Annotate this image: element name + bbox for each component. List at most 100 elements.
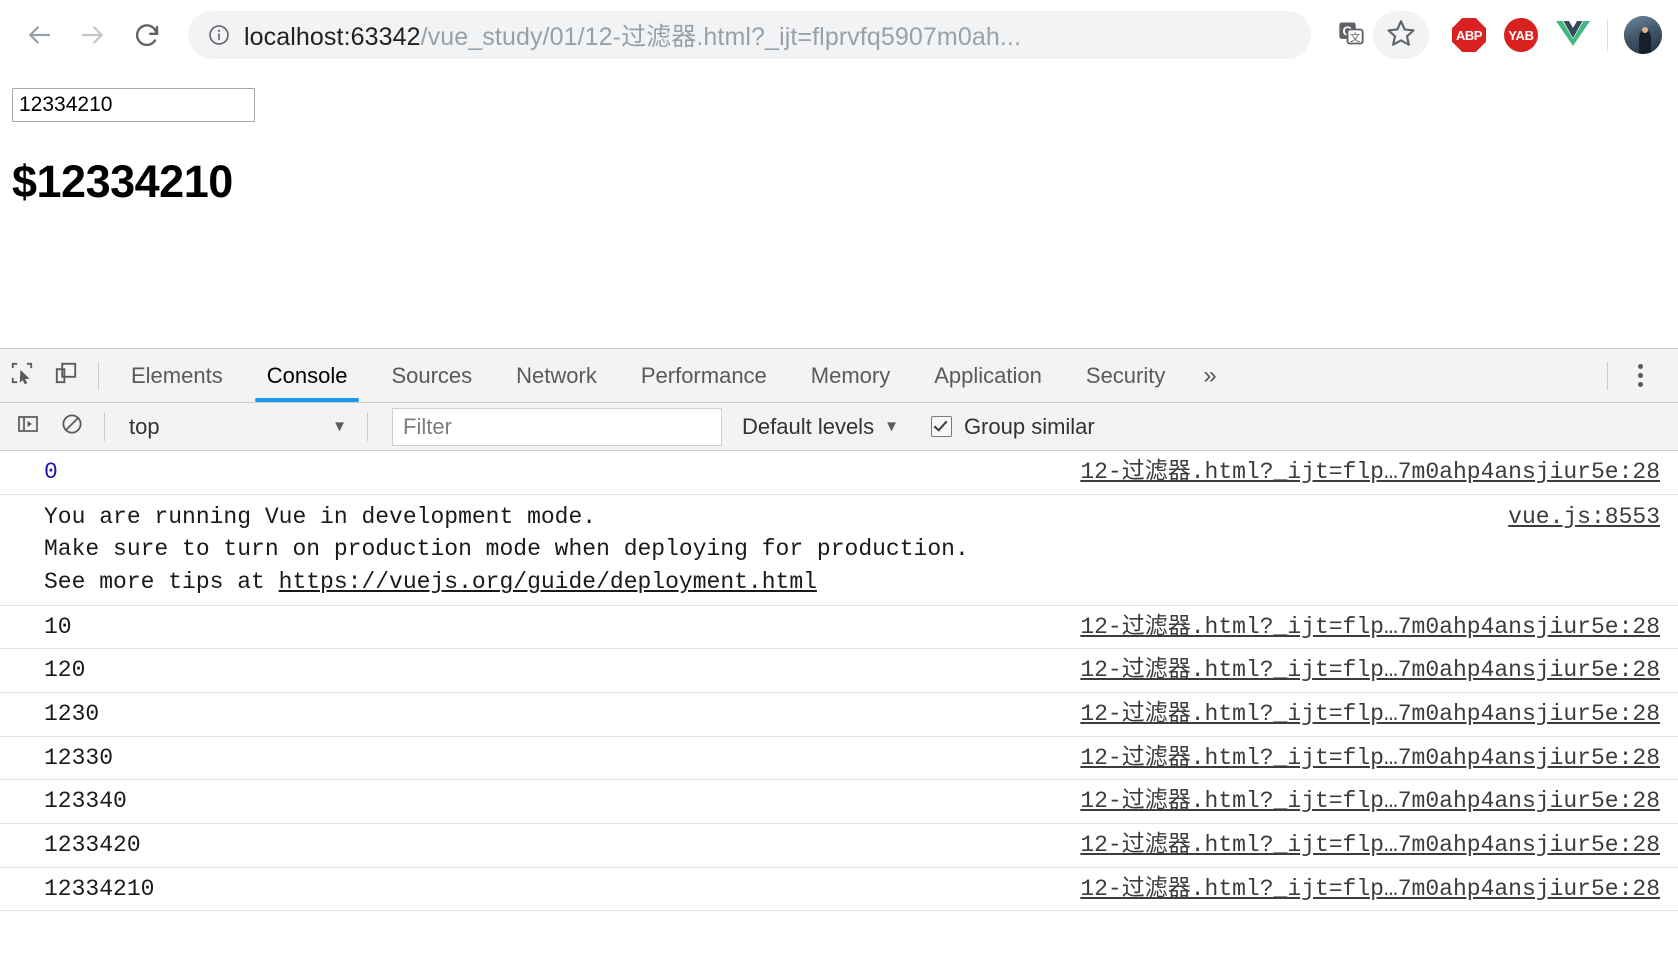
more-tabs-button[interactable]: » bbox=[1187, 362, 1232, 390]
translate-icon: G 文 bbox=[1337, 19, 1365, 52]
group-similar-label: Group similar bbox=[963, 413, 1095, 439]
chevron-down-icon: ▼ bbox=[332, 418, 347, 435]
devtools-panel: Elements Console Sources Network Perform… bbox=[0, 348, 1678, 957]
back-button[interactable] bbox=[16, 12, 62, 58]
formatted-money-heading: $12334210 bbox=[12, 156, 233, 207]
tab-application[interactable]: Application bbox=[912, 350, 1064, 402]
console-row-3[interactable]: 120 12-过滤器.html?_ijt=flp…7m0ahp4ansjiur5… bbox=[0, 649, 1678, 693]
console-message-text: 0 bbox=[44, 459, 58, 485]
console-source-link[interactable]: 12-过滤器.html?_ijt=flp…7m0ahp4ansjiur5e:28 bbox=[1080, 873, 1660, 906]
extensions-area: ABP YAB bbox=[1451, 17, 1591, 53]
money-input[interactable] bbox=[12, 88, 255, 122]
adblock-plus-icon: ABP bbox=[1452, 18, 1486, 52]
group-similar-checkbox[interactable] bbox=[930, 416, 952, 437]
console-source-link-vue[interactable]: vue.js:8553 bbox=[1508, 501, 1660, 534]
console-source-link[interactable]: 12-过滤器.html?_ijt=flp…7m0ahp4ansjiur5e:28 bbox=[1080, 456, 1660, 489]
tab-sources[interactable]: Sources bbox=[369, 350, 494, 402]
kebab-dot-3 bbox=[1637, 382, 1643, 387]
profile-avatar[interactable] bbox=[1624, 16, 1662, 54]
tab-network[interactable]: Network bbox=[494, 350, 619, 402]
reload-button[interactable] bbox=[124, 12, 170, 58]
inspect-element-button[interactable] bbox=[0, 354, 44, 398]
info-circle-icon[interactable] bbox=[206, 22, 232, 48]
adblock-plus-extension[interactable]: ABP bbox=[1451, 17, 1487, 53]
console-source-link[interactable]: 12-过滤器.html?_ijt=flp…7m0ahp4ansjiur5e:28 bbox=[1080, 829, 1660, 862]
console-toolbar-divider bbox=[104, 412, 105, 441]
log-levels-label: Default levels bbox=[742, 413, 875, 439]
vue-dev-line-2: Make sure to turn on production mode whe… bbox=[44, 536, 969, 563]
console-source-link[interactable]: 12-过滤器.html?_ijt=flp…7m0ahp4ansjiur5e:28 bbox=[1080, 785, 1660, 818]
vue-deployment-link[interactable]: https://vuejs.org/guide/deployment.html bbox=[279, 569, 817, 595]
devtools-tabbar-divider-right bbox=[1607, 361, 1608, 390]
console-message-text: 123340 bbox=[44, 788, 127, 815]
arrow-right-icon bbox=[78, 20, 108, 50]
vue-dev-line-1: You are running Vue in development mode. bbox=[44, 503, 597, 530]
devtools-tabbar: Elements Console Sources Network Perform… bbox=[0, 349, 1678, 403]
kebab-dot-2 bbox=[1637, 373, 1643, 378]
console-source-link[interactable]: 12-过滤器.html?_ijt=flp…7m0ahp4ansjiur5e:28 bbox=[1080, 654, 1660, 687]
address-bar-url: localhost:63342/vue_study/01/12-过滤器.html… bbox=[244, 17, 1295, 53]
star-icon bbox=[1386, 18, 1416, 53]
tab-console[interactable]: Console bbox=[245, 350, 370, 402]
console-message-text: 1233420 bbox=[44, 831, 141, 858]
console-row-5[interactable]: 12330 12-过滤器.html?_ijt=flp…7m0ahp4ansjiu… bbox=[0, 737, 1678, 781]
console-message-text: 120 bbox=[44, 657, 86, 684]
tab-performance[interactable]: Performance bbox=[619, 350, 789, 402]
toolbar-divider bbox=[1607, 19, 1608, 51]
console-source-link[interactable]: 12-过滤器.html?_ijt=flp…7m0ahp4ansjiur5e:28 bbox=[1080, 611, 1660, 644]
console-message-text: 12330 bbox=[44, 744, 114, 771]
tab-elements[interactable]: Elements bbox=[109, 350, 245, 402]
url-host: localhost:63342 bbox=[244, 23, 421, 51]
console-sidebar-button[interactable] bbox=[6, 405, 50, 449]
console-row-7[interactable]: 1233420 12-过滤器.html?_ijt=flp…7m0ahp4ansj… bbox=[0, 824, 1678, 868]
console-message-list[interactable]: 0 12-过滤器.html?_ijt=flp…7m0ahp4ansjiur5e:… bbox=[0, 451, 1678, 957]
chevron-down-icon-levels: ▼ bbox=[884, 418, 899, 435]
avatar-figure bbox=[1639, 30, 1651, 54]
console-message-text: 1230 bbox=[44, 700, 100, 727]
clear-console-icon bbox=[60, 412, 84, 441]
console-row-2[interactable]: 10 12-过滤器.html?_ijt=flp…7m0ahp4ansjiur5e… bbox=[0, 606, 1678, 650]
tab-security[interactable]: Security bbox=[1064, 350, 1187, 402]
inspect-element-icon bbox=[9, 360, 35, 391]
console-message-block: You are running Vue in development mode.… bbox=[44, 501, 1484, 599]
more-options-icon[interactable] bbox=[1618, 354, 1662, 398]
page-content: $12334210 bbox=[0, 70, 1678, 348]
bookmark-button[interactable] bbox=[1373, 11, 1429, 59]
yandex-adblock-extension[interactable]: YAB bbox=[1503, 17, 1539, 53]
console-source-link[interactable]: 12-过滤器.html?_ijt=flp…7m0ahp4ansjiur5e:28 bbox=[1080, 742, 1660, 775]
console-row-4[interactable]: 1230 12-过滤器.html?_ijt=flp…7m0ahp4ansjiur… bbox=[0, 693, 1678, 737]
translate-button[interactable]: G 文 bbox=[1329, 13, 1373, 57]
console-row-8[interactable]: 12334210 12-过滤器.html?_ijt=flp…7m0ahp4ans… bbox=[0, 868, 1678, 912]
vue-devtools-extension[interactable] bbox=[1555, 17, 1591, 53]
browser-toolbar: localhost:63342/vue_study/01/12-过滤器.html… bbox=[0, 0, 1678, 70]
log-levels-select[interactable]: Default levels ▼ bbox=[742, 414, 909, 440]
execution-context-select[interactable]: top ▼ bbox=[115, 407, 357, 447]
tab-memory[interactable]: Memory bbox=[789, 350, 912, 402]
device-toolbar-button[interactable] bbox=[44, 354, 88, 398]
forward-button[interactable] bbox=[70, 12, 116, 58]
device-toolbar-icon bbox=[53, 360, 79, 391]
url-path: /vue_study/01/12-过滤器.html?_ijt=flprvfq59… bbox=[420, 23, 1021, 51]
console-toolbar-divider-2 bbox=[367, 412, 368, 441]
clear-console-button[interactable] bbox=[50, 405, 94, 449]
svg-text:文: 文 bbox=[1350, 31, 1361, 44]
console-sidebar-icon bbox=[16, 412, 40, 441]
kebab-dot-1 bbox=[1637, 364, 1643, 369]
console-message-text: 12334210 bbox=[44, 875, 155, 902]
console-row-1[interactable]: You are running Vue in development mode.… bbox=[0, 495, 1678, 606]
yandex-adblock-icon: YAB bbox=[1504, 18, 1538, 52]
execution-context-value: top bbox=[129, 413, 160, 439]
devtools-tabbar-divider bbox=[98, 361, 99, 390]
avatar-face bbox=[1641, 27, 1648, 34]
console-message-text: 10 bbox=[44, 613, 72, 640]
console-row-6[interactable]: 123340 12-过滤器.html?_ijt=flp…7m0ahp4ansji… bbox=[0, 780, 1678, 824]
group-similar-toggle[interactable]: Group similar bbox=[930, 413, 1095, 440]
console-toolbar: top ▼ Default levels ▼ Group similar bbox=[0, 403, 1678, 451]
reload-icon bbox=[132, 20, 162, 50]
console-row-0[interactable]: 0 12-过滤器.html?_ijt=flp…7m0ahp4ansjiur5e:… bbox=[0, 451, 1678, 495]
console-source-link[interactable]: 12-过滤器.html?_ijt=flp…7m0ahp4ansjiur5e:28 bbox=[1080, 698, 1660, 731]
address-bar[interactable]: localhost:63342/vue_study/01/12-过滤器.html… bbox=[188, 11, 1311, 59]
console-filter-input[interactable] bbox=[392, 407, 722, 446]
arrow-left-icon bbox=[24, 20, 54, 50]
vue-dev-line-3-prefix: See more tips at bbox=[44, 568, 279, 595]
